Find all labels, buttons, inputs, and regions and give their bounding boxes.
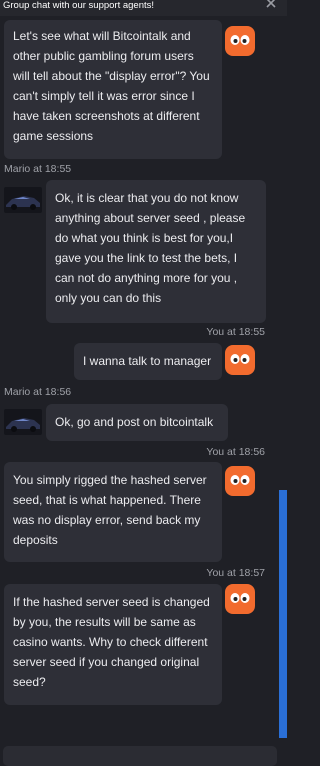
message-meta: Mario at 18:56 — [4, 386, 72, 398]
message-bubble: You simply rigged the hashed server seed… — [4, 462, 222, 562]
message-bubble: Ok, it is clear that you do not know any… — [46, 180, 266, 323]
user-avatar — [225, 466, 255, 496]
car-avatar-icon — [6, 196, 40, 210]
message-meta: You at 18:55 — [206, 326, 265, 338]
smiley-face-icon — [230, 354, 250, 364]
message-meta: Mario at 18:55 — [4, 163, 72, 175]
car-avatar-icon — [6, 418, 40, 432]
message-meta: You at 18:56 — [206, 446, 265, 458]
header-title: Group chat with our support agents! — [3, 0, 155, 11]
scrollbar[interactable] — [279, 490, 287, 738]
message-bubble: If the hashed server seed is changed by … — [4, 584, 222, 705]
user-avatar — [225, 584, 255, 614]
chat-header: Group chat with our support agents! — [0, 0, 287, 16]
smiley-face-icon — [230, 593, 250, 603]
close-icon[interactable] — [265, 0, 277, 9]
message-bubble: I wanna talk to manager — [74, 343, 222, 380]
user-avatar — [225, 26, 255, 56]
agent-avatar — [4, 409, 42, 435]
user-avatar — [225, 345, 255, 375]
chat-area: Let's see what will Bitcointalk and othe… — [0, 0, 287, 760]
smiley-face-icon — [230, 35, 250, 45]
agent-avatar — [4, 187, 42, 213]
smiley-face-icon — [230, 475, 250, 485]
message-bubble: Ok, go and post on bitcointalk — [46, 404, 228, 441]
message-input[interactable] — [3, 746, 277, 766]
message-meta: You at 18:57 — [206, 567, 265, 579]
message-bubble: Let's see what will Bitcointalk and othe… — [4, 20, 222, 159]
